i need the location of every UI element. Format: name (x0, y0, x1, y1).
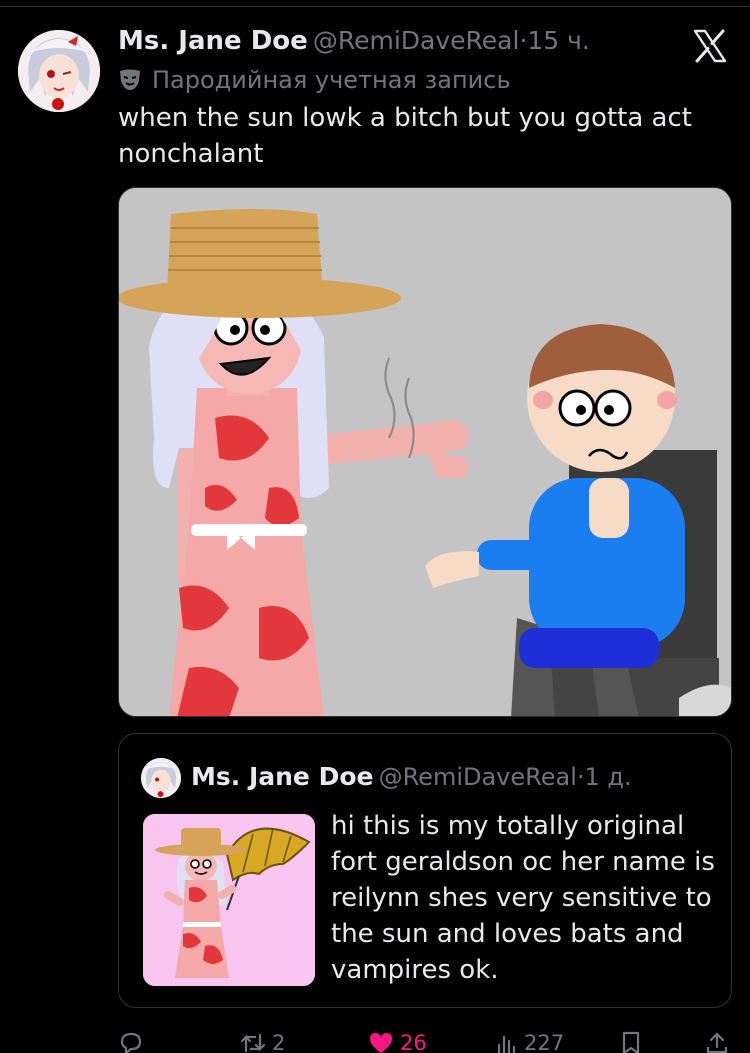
quoted-tweet-header: Ms. Jane Doe @RemiDaveReal·1 д. (191, 762, 632, 791)
top-divider (0, 6, 750, 7)
retweet-button[interactable]: 2 (240, 1030, 285, 1053)
author-handle[interactable]: @RemiDaveReal (313, 26, 520, 55)
share-button[interactable] (705, 1030, 729, 1053)
tweet-header: Ms. Jane Doe @RemiDaveReal·15 ч. (118, 26, 730, 66)
author-name[interactable]: Ms. Jane Doe (118, 26, 308, 56)
avatar-icon (141, 758, 181, 798)
avatar-icon (18, 30, 100, 112)
theater-mask-icon (118, 69, 142, 91)
reply-button[interactable] (118, 1030, 150, 1053)
x-logo-icon[interactable] (692, 28, 728, 64)
parody-account-label: Пародийная учетная запись (118, 66, 511, 96)
tweet-media-image[interactable] (118, 187, 732, 717)
views-count: 227 (524, 1031, 565, 1053)
bookmark-button[interactable] (620, 1030, 642, 1053)
like-count: 26 (400, 1031, 427, 1053)
tweet-text: when the sun lowk a bitch but you gotta … (118, 103, 692, 169)
bookmark-icon (622, 1031, 640, 1053)
share-icon (706, 1032, 728, 1053)
separator-dot: · (576, 763, 585, 791)
parody-label-text: Пародийная учетная запись (152, 66, 511, 94)
quoted-tweet[interactable]: Ms. Jane Doe @RemiDaveReal·1 д. hi this … (118, 733, 732, 1008)
retweet-count: 2 (272, 1031, 286, 1053)
media-illustration (119, 188, 731, 716)
action-bar: 2 26 227 (0, 1026, 750, 1053)
quoted-media-illustration (143, 814, 315, 986)
quoted-author-handle[interactable]: @RemiDaveReal (379, 763, 577, 791)
tweet-time[interactable]: 15 ч. (527, 26, 589, 55)
heart-filled-icon (370, 1033, 392, 1053)
reply-icon (120, 1032, 142, 1053)
author-avatar[interactable] (18, 30, 100, 112)
quoted-tweet-image[interactable] (143, 814, 315, 986)
quoted-author-avatar[interactable] (141, 758, 181, 798)
like-button[interactable]: 26 (368, 1030, 427, 1053)
views-chart-icon (497, 1035, 516, 1053)
quoted-tweet-text: hi this is my totally original fort gera… (331, 811, 715, 985)
retweet-icon (240, 1033, 266, 1053)
quoted-tweet-time[interactable]: 1 д. (585, 763, 632, 791)
views-button[interactable]: 227 (496, 1030, 564, 1053)
quoted-author-name[interactable]: Ms. Jane Doe (191, 762, 373, 791)
